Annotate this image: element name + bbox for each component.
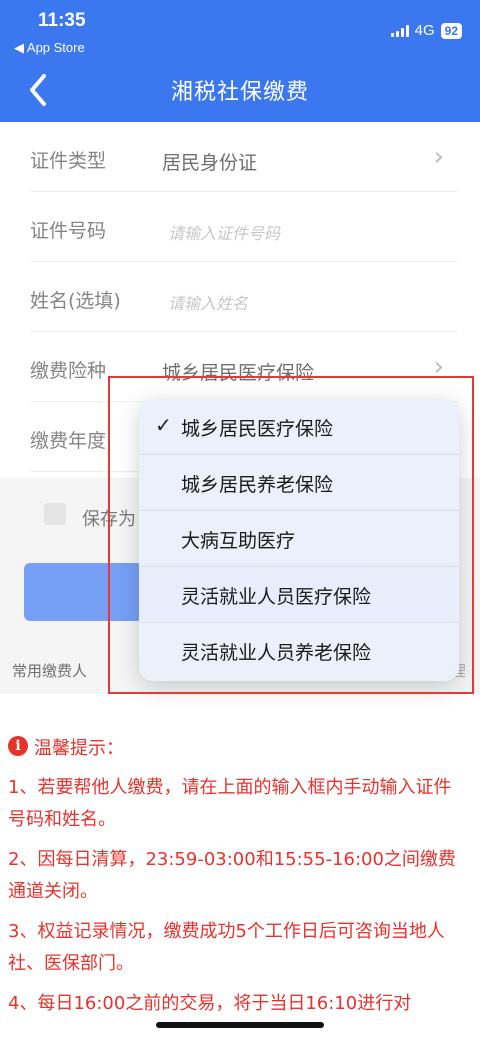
info-icon: i: [8, 736, 28, 756]
status-indicators: 4G 92: [390, 22, 462, 39]
highlight-box: [108, 376, 474, 694]
battery-icon: 92: [440, 22, 462, 39]
tips-section: i 温馨提示： 1、若要帮他人缴费，请在上面的输入框内手动输入证件号码和姓名。 …: [0, 724, 480, 1020]
tip-item: 4、每日16:00之前的交易，将于当日16:10进行对: [8, 993, 412, 1014]
tip-item: 1、若要帮他人缴费，请在上面的输入框内手动输入证件号码和姓名。: [8, 777, 452, 830]
status-time: 11:35: [38, 10, 86, 31]
signal-icon: [390, 24, 409, 37]
status-bar: 11:35 ◀ App Store 4G 92: [0, 0, 480, 60]
tip-item: 3、权益记录情况，缴费成功5个工作日后可咨询当地人社、医保部门。: [8, 921, 445, 974]
nav-bar: 湘税社保缴费: [0, 60, 480, 122]
tip-item: 2、因每日清算，23:59-03:00和15:55-16:00之间缴费通道关闭。: [8, 849, 456, 902]
network-type: 4G: [414, 22, 435, 39]
tips-title: 温馨提示：: [34, 738, 124, 759]
back-to-app-store-link[interactable]: ◀ App Store: [14, 40, 85, 56]
page-title: 湘税社保缴费: [170, 80, 309, 105]
tips-header: i 温馨提示：: [8, 724, 472, 764]
home-indicator[interactable]: [156, 1022, 324, 1028]
